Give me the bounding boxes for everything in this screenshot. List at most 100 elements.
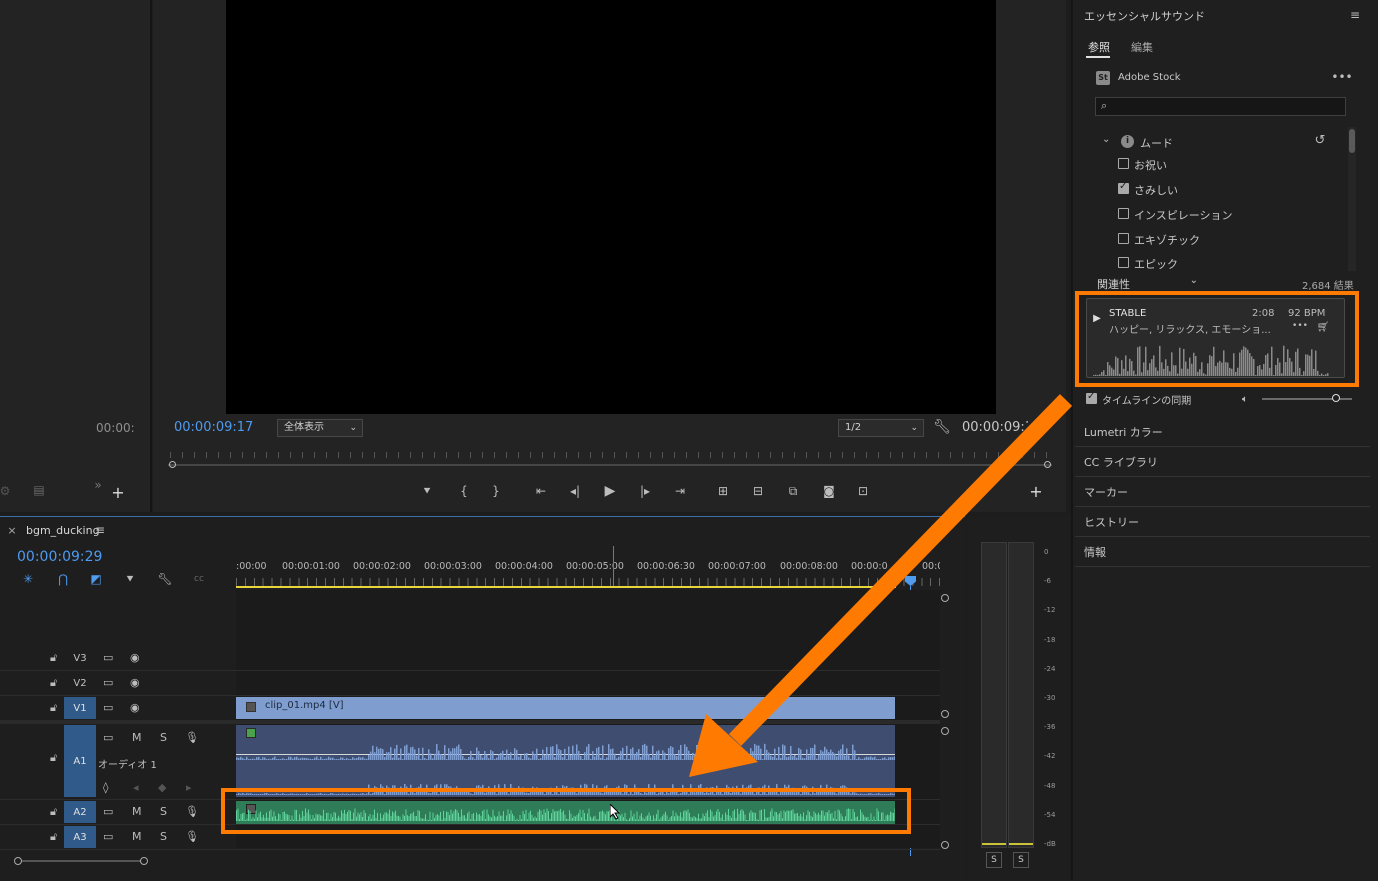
prev-keyframe-icon[interactable]: ◂ [133,781,139,794]
panel-info[interactable]: 情報 [1075,538,1370,567]
add-button-icon[interactable]: + [111,483,125,502]
nest-icon[interactable]: ✳ [20,572,36,586]
video-zoom-handle[interactable] [941,594,949,602]
panel-menu-icon[interactable]: ≡ [1348,8,1362,22]
volume-slider[interactable] [1262,394,1352,402]
timeline-sync-checkbox[interactable] [1086,391,1097,404]
search-field[interactable]: ⌕ [1095,97,1346,116]
filter-checkbox[interactable] [1118,257,1129,268]
reset-icon[interactable]: ↺ [1313,133,1327,148]
sync-lock-icon[interactable]: ▭ [103,676,113,689]
sync-lock-icon[interactable]: ▭ [103,731,113,744]
scrollbar-thumb[interactable] [1349,129,1355,153]
add-button-icon[interactable]: + [1029,482,1043,501]
insert-icon[interactable]: ⚙ [0,484,10,498]
add-keyframe-icon[interactable]: ◆ [158,781,166,794]
add-marker-icon[interactable]: ⯆ [123,572,137,586]
extract-icon[interactable]: ⊟ [748,483,768,499]
lock-icon[interactable]: 🔓︎ [50,830,57,844]
chevron-down-icon[interactable]: ⌄ [1102,134,1110,145]
panel-lumetri[interactable]: Lumetri カラー [1075,418,1370,447]
compare-icon[interactable]: ⧉ [784,483,802,499]
filter-scrollbar[interactable] [1348,127,1356,271]
add-marker-icon[interactable]: ⯆ [420,484,434,498]
wrench-icon[interactable]: 🔧︎ [933,419,951,435]
track-label-v3[interactable]: V3 [64,647,96,669]
eye-icon[interactable]: ◉ [130,651,140,664]
microphone-icon[interactable]: 🎙︎ [185,805,199,818]
tab-browse[interactable]: 参照 [1088,39,1110,55]
tab-edit[interactable]: 編集 [1131,39,1153,55]
play-icon[interactable]: ▶ [602,483,618,499]
lock-icon[interactable]: 🔓︎ [50,676,57,690]
lock-icon[interactable]: 🔓︎ [50,651,57,665]
step-back-icon[interactable]: ◂| [567,484,583,498]
camera-icon[interactable]: ◙ [820,483,838,499]
panel-cc-libraries[interactable]: CC ライブラリ [1075,448,1370,477]
mute-button[interactable]: M [132,805,142,818]
audio-zoom-handle[interactable] [941,727,949,735]
track-label-a1[interactable]: A1 [64,725,96,797]
microphone-icon[interactable]: 🎙︎ [185,731,199,744]
next-keyframe-icon[interactable]: ▸ [186,781,192,794]
audio-clip-a1[interactable] [236,725,895,797]
close-icon[interactable]: × [6,524,18,537]
microphone-icon[interactable]: 🎙︎ [185,830,199,843]
panel-markers[interactable]: マーカー [1075,478,1370,507]
filter-checkbox[interactable] [1118,158,1129,169]
mark-in-icon[interactable]: { [457,484,471,498]
mark-out-icon[interactable]: } [489,484,503,498]
monitor-scrub-bar[interactable] [168,452,1052,470]
mute-button[interactable]: M [132,731,142,744]
search-input[interactable] [1116,99,1340,115]
video-clip[interactable]: clip_01.mp4 [V] [236,697,895,719]
eye-icon[interactable]: ◉ [130,676,140,689]
panel-menu-icon[interactable]: ≡ [94,523,106,537]
multicam-icon[interactable]: ⊡ [853,483,873,499]
lock-icon[interactable]: 🔓︎ [50,805,57,819]
lift-icon[interactable]: ⊞ [713,483,733,499]
program-timecode[interactable]: 00:00:09:17 [174,420,253,435]
audio-track-name[interactable]: オーディオ 1 [98,756,157,771]
eye-icon[interactable]: ◉ [130,701,140,714]
linked-selection-icon[interactable]: ◩ [88,572,104,586]
volume-slider-thumb[interactable] [1331,394,1340,402]
audio-zoom-handle[interactable] [941,841,949,849]
scrub-start-handle[interactable] [169,461,176,468]
snap-icon[interactable]: ⋂ [55,572,71,586]
step-forward-icon[interactable]: |▸ [637,484,653,498]
resolution-select[interactable]: 1/2 ⌄ [838,419,924,437]
track-label-a3[interactable]: A3 [64,826,96,848]
keyframe-icon[interactable]: ◊ [103,781,108,794]
go-to-in-icon[interactable]: ⇤ [532,484,550,498]
filter-checkbox[interactable] [1118,208,1129,219]
lock-icon[interactable]: 🔓︎ [50,751,57,765]
sync-lock-icon[interactable]: ▭ [103,830,113,843]
solo-button[interactable]: S [1013,852,1029,868]
scroll-handle-right[interactable] [140,857,148,865]
video-zoom-handle[interactable] [941,710,949,718]
panel-history[interactable]: ヒストリー [1075,508,1370,537]
sort-select[interactable]: 関連性 ⌄ [1092,275,1204,292]
go-to-out-icon[interactable]: ⇥ [671,484,689,498]
wrench-icon[interactable]: 🔧︎ [157,572,173,586]
timeline-horizontal-scrollbar[interactable] [0,856,940,866]
scroll-handle-left[interactable] [14,857,22,865]
scrub-end-handle[interactable] [1044,461,1051,468]
solo-button[interactable]: S [160,805,167,818]
sync-lock-icon[interactable]: ▭ [103,701,113,714]
lock-icon[interactable]: 🔓︎ [50,701,57,715]
filter-checkbox[interactable] [1118,181,1129,194]
sync-lock-icon[interactable]: ▭ [103,651,113,664]
timeline-timecode[interactable]: 00:00:09:29 [17,549,102,565]
solo-button[interactable]: S [986,852,1002,868]
sync-lock-icon[interactable]: ▭ [103,805,113,818]
more-options-icon[interactable]: ••• [1331,70,1352,84]
work-area-bar[interactable] [236,586,896,588]
mute-button[interactable]: M [132,830,142,843]
more-controls-icon[interactable]: » [92,478,104,492]
filter-checkbox[interactable] [1118,233,1129,244]
zoom-select[interactable]: 全体表示 ⌄ [277,419,363,437]
track-label-v2[interactable]: V2 [64,672,96,694]
solo-button[interactable]: S [160,830,167,843]
